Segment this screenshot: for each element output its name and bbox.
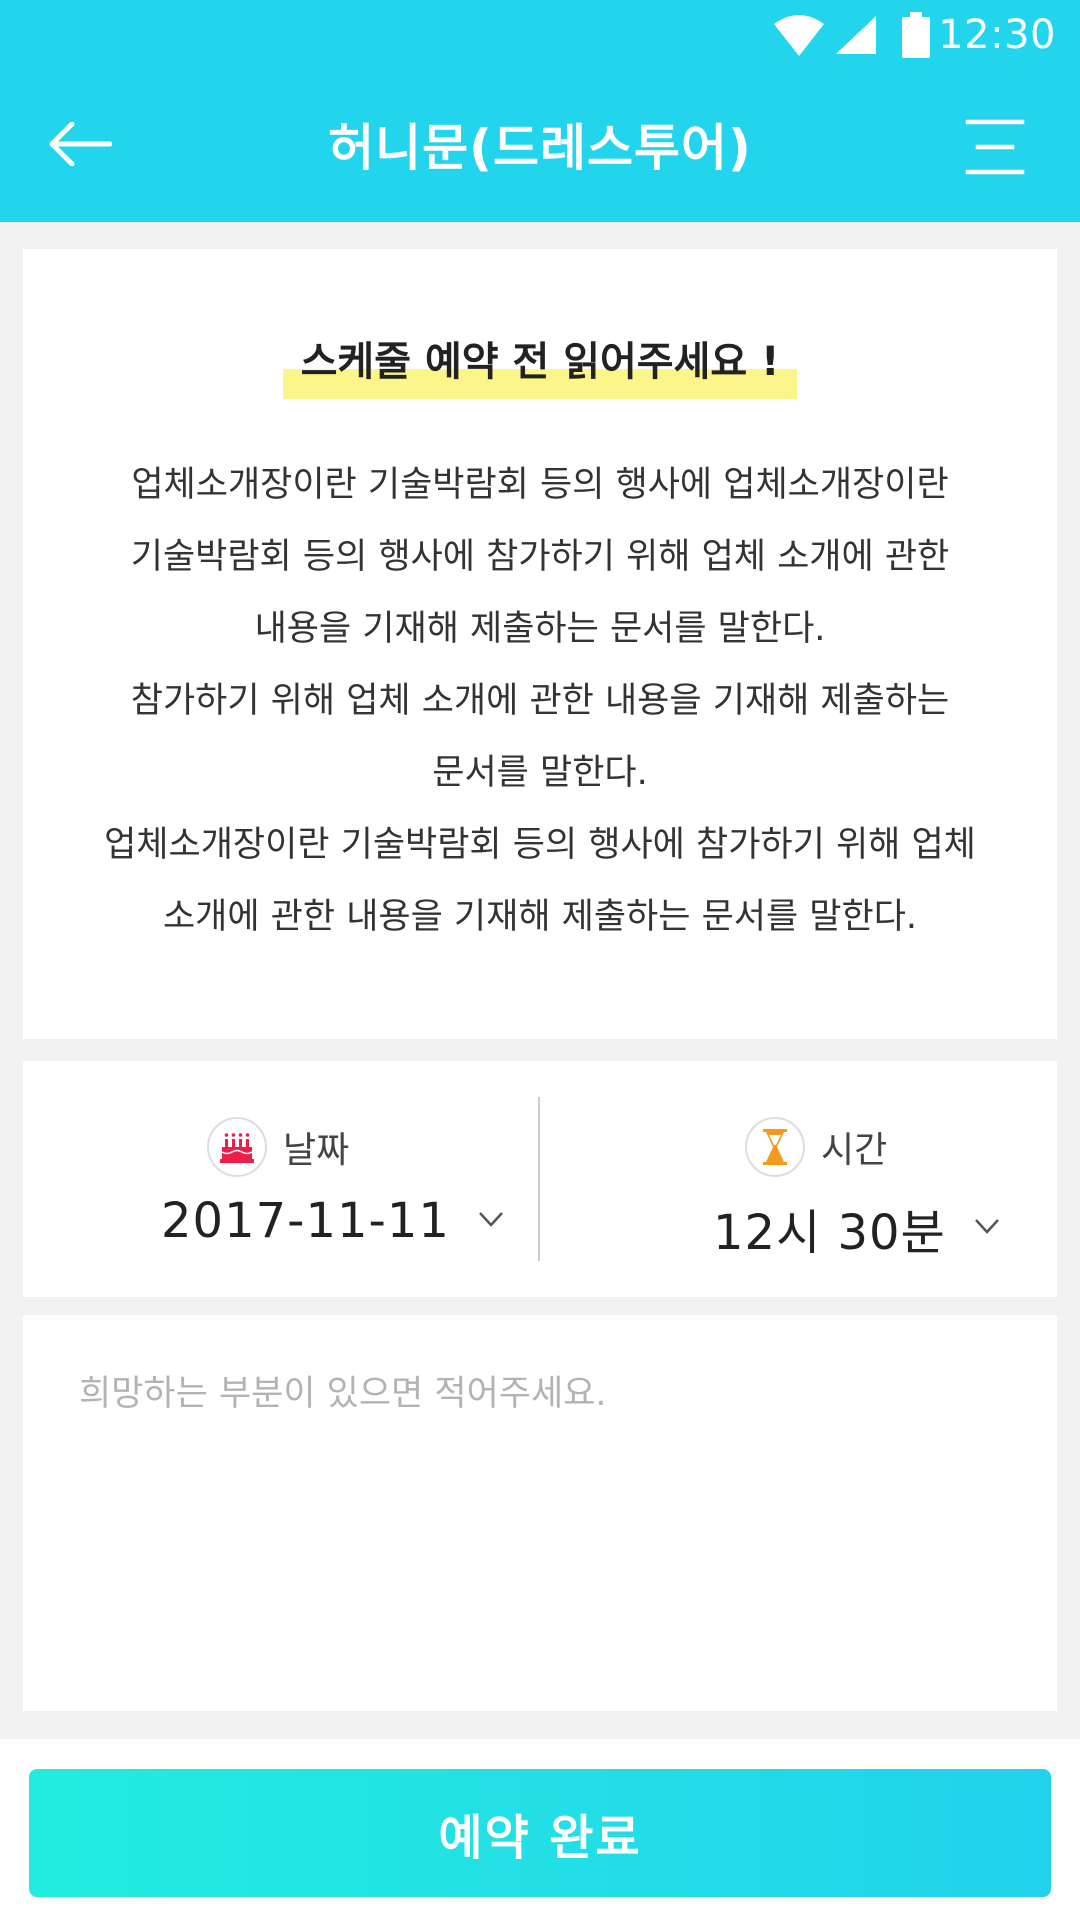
date-value: 2017-11-11 xyxy=(161,1193,450,1249)
app-bar: 12:30 허니문(드레스투어) xyxy=(0,0,1080,222)
wifi-icon xyxy=(772,12,826,62)
time-label-row: 시간 xyxy=(745,1117,887,1177)
status-bar: 12:30 xyxy=(0,0,1080,72)
menu-icon xyxy=(962,119,1028,182)
notice-line: 내용을 기재해 제출하는 문서를 말한다. xyxy=(254,609,826,649)
notice-line: 문서를 말한다. xyxy=(432,753,648,793)
request-input[interactable] xyxy=(23,1315,1057,1711)
submit-button[interactable]: 예약 완료 xyxy=(29,1769,1051,1897)
bottom-bar: 예약 완료 xyxy=(0,1739,1080,1927)
notice-title-wrap: 스케줄 예약 전 읽어주세요 ! xyxy=(23,329,1057,399)
notice-line: 소개에 관한 내용을 기재해 제출하는 문서를 말한다. xyxy=(162,897,918,937)
time-select[interactable]: 12시 30분 xyxy=(713,1193,1000,1263)
notice-line: 업체소개장이란 기술박람회 등의 행사에 업체소개장이란 xyxy=(131,465,949,505)
chevron-down-icon xyxy=(478,1211,504,1231)
page-title: 허니문(드레스투어) xyxy=(328,119,752,177)
notice-title: 스케줄 예약 전 읽어주세요 ! xyxy=(282,329,798,399)
divider xyxy=(538,1097,540,1261)
status-time: 12:30 xyxy=(938,12,1056,58)
battery-icon xyxy=(902,12,930,62)
hourglass-icon xyxy=(745,1117,805,1177)
signal-icon xyxy=(834,14,878,60)
menu-button[interactable] xyxy=(962,116,1028,178)
date-section: 날짜 2017-11-11 xyxy=(23,1061,539,1297)
notice-line: 기술박람회 등의 행사에 참가하기 위해 업체 소개에 관한 xyxy=(130,537,950,577)
chevron-down-icon xyxy=(974,1218,1000,1238)
notice-line: 참가하기 위해 업체 소개에 관한 내용을 기재해 제출하는 xyxy=(130,681,950,721)
cake-icon xyxy=(207,1117,267,1177)
date-label: 날짜 xyxy=(283,1130,350,1171)
schedule-card: 날짜 2017-11-11 시간 12시 30분 xyxy=(23,1061,1057,1297)
time-value: 12시 30분 xyxy=(713,1205,946,1261)
date-select[interactable]: 2017-11-11 xyxy=(161,1193,504,1249)
notice-card: 스케줄 예약 전 읽어주세요 ! 업체소개장이란 기술박람회 등의 행사에 업체… xyxy=(23,249,1057,1039)
time-section: 시간 12시 30분 xyxy=(541,1061,1057,1297)
time-label: 시간 xyxy=(821,1130,888,1171)
request-card xyxy=(23,1315,1057,1711)
notice-title-text: 스케줄 예약 전 읽어주세요 ! xyxy=(300,339,780,385)
notice-body: 업체소개장이란 기술박람회 등의 행사에 업체소개장이란 기술박람회 등의 행사… xyxy=(63,449,1017,953)
date-label-row: 날짜 xyxy=(207,1117,349,1177)
notice-line: 업체소개장이란 기술박람회 등의 행사에 참가하기 위해 업체 xyxy=(104,825,976,865)
